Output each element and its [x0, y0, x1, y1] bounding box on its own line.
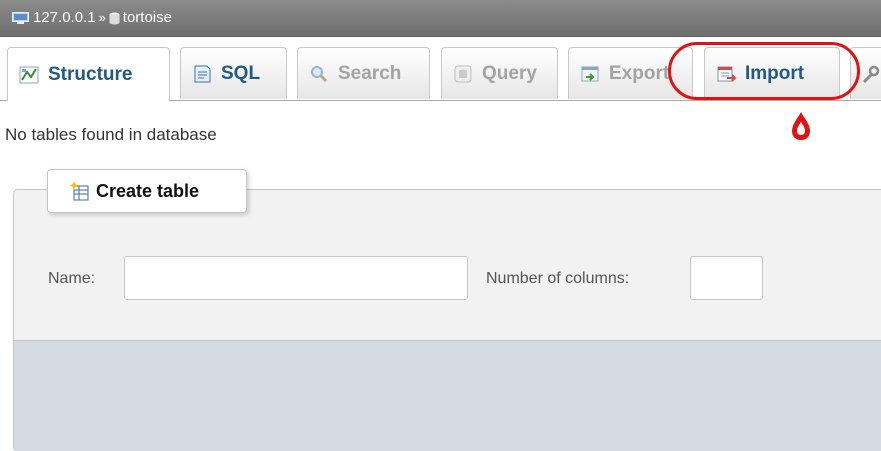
breadcrumb-database[interactable]: tortoise — [123, 8, 172, 28]
table-name-input[interactable] — [124, 256, 468, 300]
number-of-columns-input[interactable] — [690, 256, 763, 300]
annotation-number — [792, 112, 810, 140]
breadcrumb: 127.0.0.1 » tortoise — [12, 8, 172, 28]
tab-query[interactable]: Query — [441, 47, 558, 99]
tab-search-label: Search — [338, 62, 402, 84]
create-table-legend: Create table — [47, 169, 247, 213]
wrench-icon — [862, 65, 880, 83]
tab-query-label: Query — [482, 62, 537, 84]
tab-sql[interactable]: SQL — [180, 47, 287, 99]
new-table-icon — [69, 181, 89, 201]
sql-icon — [194, 65, 211, 82]
server-icon — [12, 12, 29, 24]
tab-search[interactable]: Search — [297, 47, 430, 99]
breadcrumb-server[interactable]: 127.0.0.1 — [33, 8, 96, 28]
breadcrumb-bar: 127.0.0.1 » tortoise — [0, 0, 881, 37]
export-icon — [581, 66, 599, 81]
structure-icon — [19, 66, 39, 83]
tab-sql-label: SQL — [221, 62, 261, 84]
tab-structure[interactable]: Structure — [7, 47, 170, 101]
database-icon — [109, 12, 120, 24]
search-icon — [311, 65, 328, 82]
create-table-panel — [13, 189, 881, 451]
query-icon — [454, 65, 472, 82]
tab-export-label: Export — [609, 62, 670, 84]
panel-footer — [14, 340, 881, 451]
highlight-oval — [668, 42, 860, 100]
create-table-title: Create table — [96, 180, 200, 201]
name-label: Name: — [48, 270, 96, 287]
breadcrumb-separator: » — [98, 10, 106, 25]
tab-structure-label: Structure — [48, 63, 133, 85]
number-of-columns-label: Number of columns: — [486, 270, 630, 287]
no-tables-message: No tables found in database — [5, 125, 217, 144]
